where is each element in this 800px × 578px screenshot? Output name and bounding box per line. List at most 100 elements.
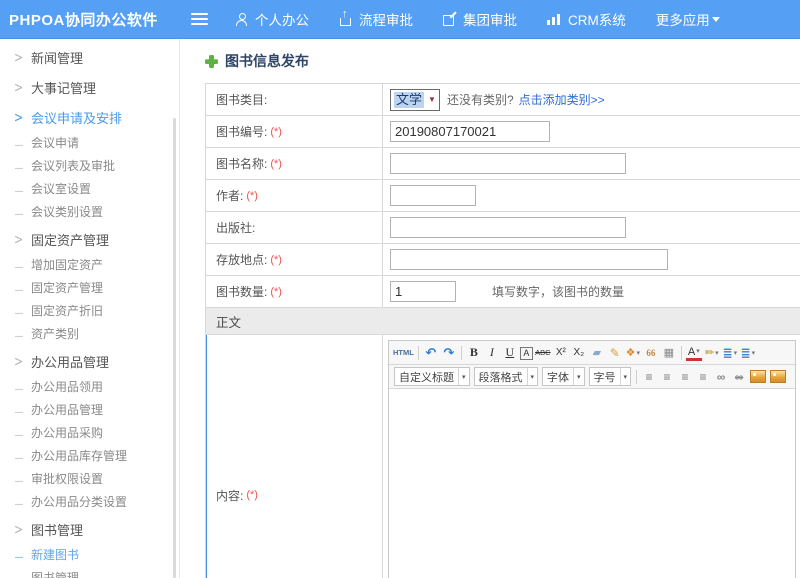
custom-heading-select[interactable]: 自定义标题▾ xyxy=(394,367,470,386)
dropdown-caret-icon: ▾ xyxy=(637,349,641,357)
sidebar-group-label: 会议申请及安排 xyxy=(31,111,122,126)
right-align-icon[interactable]: ≡ xyxy=(677,369,693,385)
publisher-input[interactable] xyxy=(390,217,626,238)
sidebar-group-header[interactable]: >图书管理 xyxy=(0,517,179,544)
sidebar-item[interactable]: 图书管理 xyxy=(0,567,179,578)
font-color-icon[interactable]: A▾ xyxy=(686,345,702,361)
field-label-cell: 图书名称:(*) xyxy=(206,148,383,179)
sidebar-item[interactable]: 会议申请 xyxy=(0,132,179,155)
book-name-input[interactable] xyxy=(390,153,626,174)
sidebar-item[interactable]: 固定资产管理 xyxy=(0,277,179,300)
edit-icon xyxy=(443,13,456,26)
chevron-right-icon: > xyxy=(14,49,23,66)
chevron-right-icon: > xyxy=(14,231,23,248)
add-category-link[interactable]: 点击添加类别>> xyxy=(519,91,605,108)
menu-toggle-button[interactable] xyxy=(181,10,218,28)
paste-icon[interactable]: ▦ xyxy=(661,345,677,361)
redo-icon[interactable]: ↷ xyxy=(441,345,457,361)
section-header: 正文 xyxy=(206,308,800,335)
editor-toolbar-row2: 自定义标题▾段落格式▾字体▾字号▾≡≡≡≡∞∞ xyxy=(389,365,795,389)
required-mark: (*) xyxy=(270,158,282,170)
sidebar-item[interactable]: 资产类别 xyxy=(0,323,179,346)
form-row-book-code: 图书编号:(*) xyxy=(206,116,800,148)
sidebar-group: >图书管理新建图书图书管理 xyxy=(0,517,179,578)
subscript-icon[interactable]: X₂ xyxy=(571,345,587,361)
paint-icon[interactable]: ❖▾ xyxy=(625,345,641,361)
sidebar-item[interactable]: 会议室设置 xyxy=(0,178,179,201)
sidebar-group-header[interactable]: >办公用品管理 xyxy=(0,349,179,376)
sidebar-group-header[interactable]: >新闻管理 xyxy=(0,45,179,72)
superscript-icon[interactable]: X² xyxy=(553,345,569,361)
add-icon xyxy=(205,55,218,68)
image-icon[interactable] xyxy=(750,370,766,383)
sidebar-group-header[interactable]: > 固定资产管理 xyxy=(0,227,179,254)
font-size-select[interactable]: 字号▾ xyxy=(589,367,632,386)
required-mark: (*) xyxy=(246,489,258,501)
nav-item-more-apps[interactable]: 更多应用 xyxy=(656,9,720,29)
sidebar-group-header[interactable]: >会议申请及安排 xyxy=(0,105,179,132)
field-value-cell xyxy=(383,244,800,275)
rich-text-editor: HTML↶↷BIUAABCX²X₂▰✎❖▾66▦A▾✏▾≣▾≣▾ 自定义标题▾段… xyxy=(388,340,796,578)
italic-icon[interactable]: I xyxy=(484,345,500,361)
select-label: 自定义标题 xyxy=(399,369,454,385)
strikethrough-icon[interactable]: ABC xyxy=(535,345,551,361)
sidebar-item[interactable]: 审批权限设置 xyxy=(0,468,179,491)
nav-label: 个人办公 xyxy=(255,9,309,29)
field-value-cell: 填写数字，该图书的数量 xyxy=(383,276,800,307)
format-brush-icon[interactable]: ✎ xyxy=(607,345,623,361)
sidebar-group: >固定资产管理增加固定资产固定资产管理固定资产折旧资产类别 xyxy=(0,227,179,346)
underline-icon[interactable]: U xyxy=(502,345,518,361)
font-family-select[interactable]: 字体▾ xyxy=(542,367,585,386)
font-border-icon[interactable]: A xyxy=(520,347,533,360)
required-mark: (*) xyxy=(246,190,258,202)
nav-item-crm-system[interactable]: CRM系统 xyxy=(547,9,626,29)
sidebar-item[interactable]: 办公用品领用 xyxy=(0,376,179,399)
justify-align-icon[interactable]: ≡ xyxy=(695,369,711,385)
undo-icon[interactable]: ↶ xyxy=(423,345,439,361)
field-label: 图书类目: xyxy=(216,91,267,108)
sidebar-item[interactable]: 会议列表及审批 xyxy=(0,155,179,178)
ordered-list-icon[interactable]: ≣▾ xyxy=(722,345,738,361)
eraser-icon[interactable]: ▰ xyxy=(589,345,605,361)
editor-content-area[interactable] xyxy=(389,389,795,578)
storage-place-input[interactable] xyxy=(390,249,668,270)
sidebar-item[interactable]: 办公用品采购 xyxy=(0,422,179,445)
sidebar-group-header[interactable]: >大事记管理 xyxy=(0,75,179,102)
section-title: 正文 xyxy=(216,312,241,331)
highlight-icon[interactable]: ✏▾ xyxy=(704,345,720,361)
sidebar-item[interactable]: 会议类别设置 xyxy=(0,201,179,224)
sidebar-item[interactable]: 办公用品分类设置 xyxy=(0,491,179,514)
book-category-select[interactable]: 文学▼ xyxy=(390,89,440,111)
blockquote-icon[interactable]: 66 xyxy=(643,345,659,361)
nav-item-personal-office[interactable]: 个人办公 xyxy=(236,9,309,29)
bold-icon[interactable]: B xyxy=(466,345,482,361)
left-align-icon[interactable]: ≡ xyxy=(641,369,657,385)
nav-item-workflow-approval[interactable]: 流程审批 xyxy=(339,9,413,29)
sidebar-item[interactable]: 办公用品管理 xyxy=(0,399,179,422)
book-form: 图书类目:文学▼还没有类别?点击添加类别>>图书编号:(*)图书名称:(*)作者… xyxy=(205,83,800,578)
source-code-button[interactable]: HTML xyxy=(393,345,414,361)
sidebar-item[interactable]: 办公用品库存管理 xyxy=(0,445,179,468)
sidebar-scrollbar[interactable] xyxy=(173,118,176,578)
nav-item-group-approval[interactable]: 集团审批 xyxy=(443,9,517,29)
sidebar-item[interactable]: 增加固定资产 xyxy=(0,254,179,277)
field-label-cell: 图书数量:(*) xyxy=(206,276,383,307)
sidebar-item[interactable]: 固定资产折旧 xyxy=(0,300,179,323)
editor-toolbar-row1: HTML↶↷BIUAABCX²X₂▰✎❖▾66▦A▾✏▾≣▾≣▾ xyxy=(389,341,795,365)
sidebar-group-label: 固定资产管理 xyxy=(31,233,109,248)
center-align-icon[interactable]: ≡ xyxy=(659,369,675,385)
insert-map-icon[interactable] xyxy=(770,370,786,383)
quantity-input[interactable] xyxy=(390,281,456,302)
sidebar-item[interactable]: 新建图书 xyxy=(0,544,179,567)
field-label: 出版社: xyxy=(216,219,255,236)
book-code-input[interactable] xyxy=(390,121,550,142)
link-icon[interactable]: ∞ xyxy=(713,369,729,385)
unlink-icon[interactable]: ∞ xyxy=(731,369,747,385)
paragraph-format-select[interactable]: 段落格式▾ xyxy=(474,367,539,386)
unordered-list-icon[interactable]: ≣▾ xyxy=(740,345,756,361)
nav-label: 更多应用 xyxy=(656,9,710,29)
author-input[interactable] xyxy=(390,185,476,206)
field-label-cell: 图书编号:(*) xyxy=(206,116,383,147)
dropdown-caret-icon: ▾ xyxy=(573,368,584,385)
select-label: 字号 xyxy=(594,369,616,385)
